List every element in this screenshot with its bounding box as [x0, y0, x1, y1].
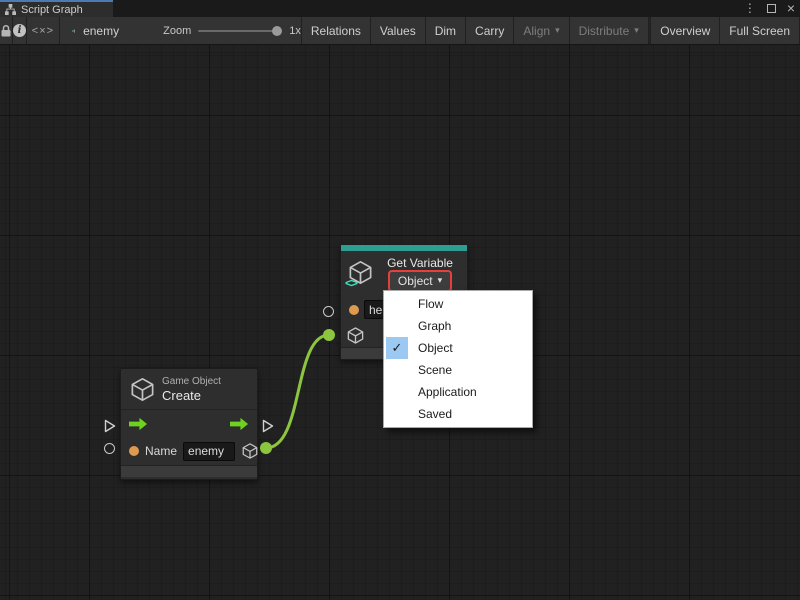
menu-item-application[interactable]: Application — [386, 381, 530, 403]
graph-network-icon — [72, 25, 75, 37]
carry-button[interactable]: Carry — [466, 17, 514, 44]
code-icon: <×> — [32, 25, 54, 37]
gameobject-output-port[interactable] — [241, 442, 259, 460]
title-bar: Script Graph ⋮ × — [0, 0, 800, 17]
node-header: <> Get Variable Object ▾ — [341, 251, 467, 294]
close-icon[interactable]: × — [787, 0, 795, 17]
wire-path[interactable] — [266, 335, 329, 448]
cube-icon — [241, 442, 259, 460]
node-category: Game Object — [162, 376, 221, 388]
code-brackets-icon: <> — [345, 276, 357, 290]
node-header: Game Object Create — [121, 369, 257, 409]
window-controls: ⋮ × — [744, 0, 795, 17]
fullscreen-button[interactable]: Full Screen — [720, 17, 800, 44]
zoom-slider[interactable] — [198, 30, 282, 32]
lock-button[interactable] — [0, 17, 13, 44]
cube-icon — [129, 376, 156, 403]
flow-input-port-triangle[interactable] — [104, 419, 116, 433]
check-icon: ✓ — [386, 337, 408, 359]
string-port-icon[interactable] — [129, 446, 139, 456]
connected-input-port[interactable] — [323, 329, 335, 341]
graph-canvas[interactable]: Game Object Create Name — [0, 45, 800, 600]
node-game-object-create[interactable]: Game Object Create Name — [120, 368, 258, 480]
tab-title: Script Graph — [21, 4, 83, 16]
name-input-row: Name — [121, 437, 257, 465]
hierarchy-icon — [5, 4, 16, 15]
menu-item-saved[interactable]: Saved — [386, 403, 530, 425]
menu-item-scene[interactable]: Scene — [386, 359, 530, 381]
zoom-label: Zoom — [163, 25, 191, 37]
lock-icon — [0, 24, 12, 38]
name-port-label: Name — [145, 444, 177, 458]
tab-script-graph[interactable]: Script Graph — [0, 0, 113, 17]
code-view-button[interactable]: <×> — [27, 17, 60, 44]
unconnected-input-port[interactable] — [104, 443, 115, 454]
menu-item-flow[interactable]: Flow — [386, 293, 530, 315]
cube-icon[interactable] — [346, 326, 365, 345]
unity-visual-scripting-window: { "window": { "tab_title": "Script Graph… — [0, 0, 800, 600]
flow-output-port-triangle[interactable] — [262, 419, 274, 433]
variable-scope-dropdown[interactable]: Object ▾ — [390, 272, 450, 290]
zoom-value: 1x — [289, 25, 301, 37]
graph-name-breadcrumb[interactable]: enemy — [83, 24, 119, 38]
menu-item-object[interactable]: ✓ Object — [386, 337, 530, 359]
graph-context-panel: enemy Zoom 1x — [60, 17, 302, 44]
values-button[interactable]: Values — [371, 17, 426, 44]
info-icon: i — [13, 24, 26, 37]
align-button[interactable]: Align ▾ — [514, 17, 569, 44]
distribute-button[interactable]: Distribute ▾ — [570, 17, 649, 44]
menu-item-graph[interactable]: Graph — [386, 315, 530, 337]
node-title: Get Variable — [387, 256, 453, 270]
zoom-slider-handle[interactable] — [272, 26, 282, 36]
dim-button[interactable]: Dim — [426, 17, 466, 44]
unconnected-input-port[interactable] — [323, 306, 334, 317]
flow-port-row — [121, 410, 257, 437]
more-menu-icon[interactable]: ⋮ — [744, 0, 756, 17]
variable-scope-menu: Flow Graph ✓ Object Scene Application Sa… — [383, 290, 533, 428]
node-title: Create — [162, 388, 221, 403]
flow-out-arrow-icon[interactable] — [230, 417, 249, 431]
name-input[interactable] — [183, 442, 235, 461]
relations-button[interactable]: Relations — [302, 17, 371, 44]
chevron-down-icon: ▾ — [438, 275, 443, 286]
chevron-down-icon: ▾ — [555, 25, 560, 36]
zoom-control: Zoom 1x — [163, 25, 301, 37]
info-button[interactable]: i — [13, 17, 27, 44]
graph-toolbar: i <×> enemy Zoom 1x Relations Values Dim… — [0, 17, 800, 45]
overview-button[interactable]: Overview — [651, 17, 720, 44]
node-footer — [121, 465, 257, 477]
chevron-down-icon: ▾ — [634, 25, 639, 36]
variable-icon: <> — [347, 259, 375, 287]
flow-in-arrow-icon[interactable] — [129, 417, 148, 431]
string-port-icon[interactable] — [349, 305, 359, 315]
maximize-icon[interactable] — [767, 4, 776, 13]
connected-output-port[interactable] — [260, 442, 272, 454]
